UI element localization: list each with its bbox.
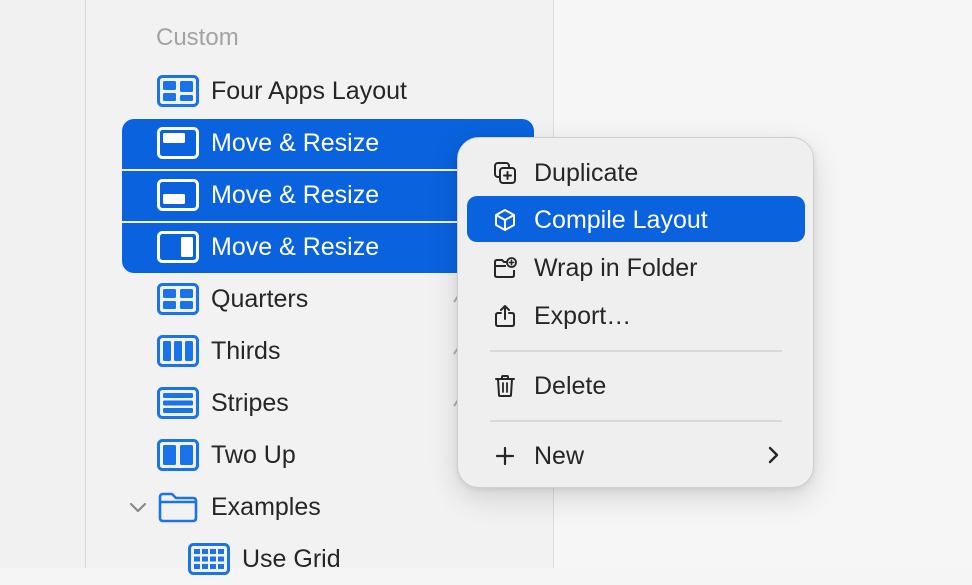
menu-item-wrap-in-folder[interactable]: Wrap in Folder (467, 244, 805, 290)
four-apps-layout-icon (157, 75, 199, 107)
plus-icon (495, 446, 515, 466)
grid-icon (188, 543, 230, 575)
menu-item-new[interactable]: New (467, 432, 805, 478)
menu-item-label: Delete (534, 372, 607, 400)
stripes-icon (157, 387, 199, 419)
sidebar-item-use-grid[interactable]: Use Grid (122, 535, 534, 585)
menu-item-label: New (534, 442, 585, 470)
chevron-right-icon (768, 446, 779, 464)
chevron-down-icon[interactable] (127, 496, 149, 518)
sidebar-folder-examples[interactable]: Examples (122, 483, 534, 533)
sidebar-item-label: Stripes (211, 389, 289, 417)
sidebar-item-label: Examples (211, 493, 321, 521)
two-up-icon (157, 439, 199, 471)
menu-separator (490, 420, 782, 422)
sidebar-item-label: Quarters (211, 285, 309, 313)
section-header-custom: Custom (156, 24, 239, 51)
duplicate-icon (494, 162, 516, 184)
sidebar-item-label: Thirds (211, 337, 281, 365)
context-menu: Duplicate Compile Layout Wrap in Folder … (457, 137, 814, 488)
sidebar-item-four-apps-layout[interactable]: Four Apps Layout (122, 67, 534, 117)
sidebar-item-label: Move & Resize (211, 129, 380, 157)
sidebar-item-label: Move & Resize (211, 233, 380, 261)
trash-icon (495, 375, 515, 397)
menu-item-label: Export… (534, 302, 632, 330)
menu-item-compile-layout[interactable]: Compile Layout (467, 196, 805, 242)
cube-icon (495, 209, 515, 231)
menu-separator (490, 350, 782, 352)
menu-item-label: Wrap in Folder (534, 254, 698, 282)
move-resize-bottom-icon (157, 179, 199, 211)
move-resize-right-icon (157, 231, 199, 263)
share-icon (495, 305, 515, 327)
folder-icon (158, 492, 198, 523)
menu-item-delete[interactable]: Delete (467, 362, 805, 408)
menu-item-export[interactable]: Export… (467, 292, 805, 338)
window-edge (0, 0, 86, 568)
sidebar-item-label: Two Up (211, 441, 296, 469)
sidebar-item-label: Use Grid (242, 545, 341, 573)
menu-item-label: Compile Layout (534, 206, 708, 234)
menu-item-label: Duplicate (534, 159, 639, 187)
sidebar-item-label: Four Apps Layout (211, 77, 407, 105)
folder-plus-icon (494, 257, 517, 278)
sidebar-item-label: Move & Resize (211, 181, 380, 209)
menu-item-duplicate[interactable]: Duplicate (467, 149, 805, 195)
thirds-icon (157, 335, 199, 367)
quarters-icon (157, 283, 199, 315)
move-resize-top-icon (157, 127, 199, 159)
